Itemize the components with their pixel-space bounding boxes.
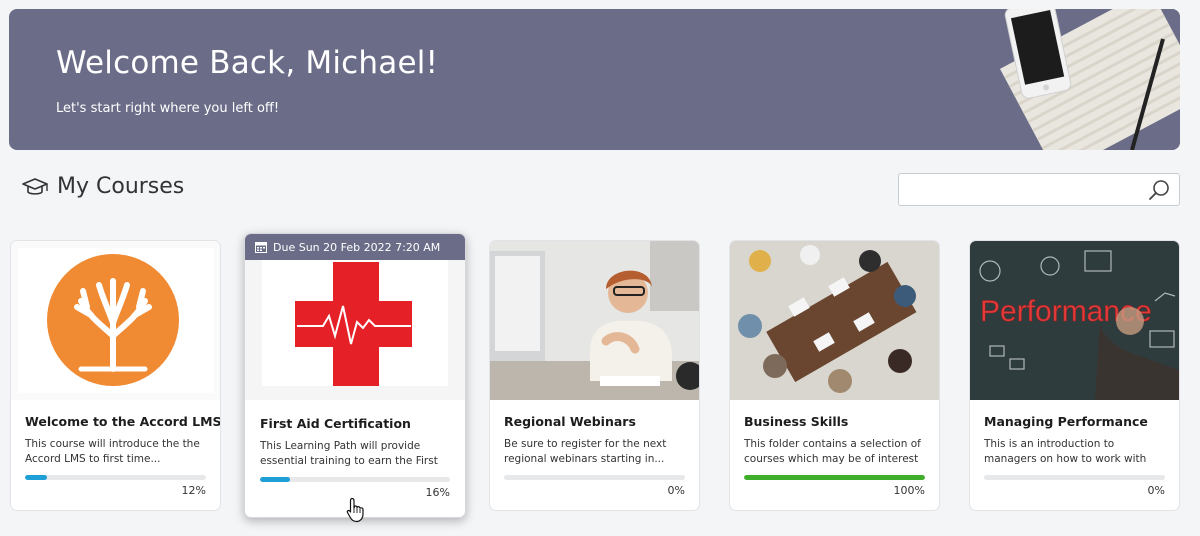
course-title[interactable]: Welcome to the Accord LMS <box>25 414 220 429</box>
course-thumbnail <box>11 241 220 400</box>
woman-at-computer-photo <box>490 241 699 400</box>
welcome-subtitle: Let's start right where you left off! <box>56 101 280 116</box>
course-search-box[interactable] <box>898 173 1180 206</box>
progress-fill <box>744 475 925 480</box>
search-input[interactable] <box>899 174 1139 205</box>
team-meeting-photo <box>730 241 939 400</box>
progress-percent: 100% <box>893 484 925 497</box>
course-card[interactable]: Welcome to the Accord LMS This course wi… <box>10 240 221 511</box>
course-card[interactable]: Regional Webinars Be sure to register fo… <box>489 240 700 511</box>
progress-bar <box>744 475 925 480</box>
progress-percent: 12% <box>181 484 206 497</box>
course-card[interactable]: Performance Managing Performance This is… <box>969 240 1180 511</box>
course-title[interactable]: Business Skills <box>744 414 925 429</box>
course-description: This Learning Path will provide essentia… <box>260 440 438 467</box>
course-description: This is an introduction to managers on h… <box>984 438 1147 465</box>
search-icon[interactable] <box>1148 179 1170 201</box>
course-thumbnail: Performance <box>970 241 1179 400</box>
graduation-cap-icon <box>22 177 48 195</box>
my-courses-heading: My Courses <box>22 174 184 199</box>
progress-percent: 0% <box>1147 484 1165 497</box>
progress-fill <box>25 475 47 480</box>
progress-bar <box>984 475 1165 480</box>
course-card[interactable]: Business Skills This folder contains a s… <box>729 240 940 511</box>
section-title: My Courses <box>57 174 185 199</box>
hand-pointer-cursor-icon <box>346 497 364 523</box>
course-title[interactable]: Regional Webinars <box>504 414 685 429</box>
course-description: This course will introduce the the Accor… <box>25 438 200 465</box>
progress-bar <box>260 477 450 482</box>
course-description: This folder contains a selection of cour… <box>744 438 921 465</box>
welcome-title: Welcome Back, Michael! <box>56 45 439 81</box>
course-title[interactable]: Managing Performance <box>984 414 1165 429</box>
welcome-banner: Welcome Back, Michael! Let's start right… <box>9 9 1180 150</box>
course-title[interactable]: First Aid Certification <box>260 416 450 431</box>
due-date-text: Due Sun 20 Feb 2022 7:20 AM <box>273 240 441 254</box>
progress-percent: 0% <box>667 484 685 497</box>
course-description: Be sure to register for the next regiona… <box>504 438 667 465</box>
course-thumbnail <box>730 241 939 400</box>
due-date-banner: Due Sun 20 Feb 2022 7:20 AM <box>245 234 465 260</box>
progress-fill <box>260 477 291 482</box>
progress-bar <box>504 475 685 480</box>
course-thumbnail <box>490 241 699 400</box>
calendar-icon <box>255 242 267 253</box>
course-card[interactable]: Due Sun 20 Feb 2022 7:20 AM First Aid Ce… <box>244 233 466 518</box>
desk-phone-pencil-illustration <box>980 9 1180 150</box>
performance-chalkboard-photo: Performance <box>970 241 1179 400</box>
progress-bar <box>25 475 206 480</box>
orange-tree-logo <box>11 241 220 400</box>
